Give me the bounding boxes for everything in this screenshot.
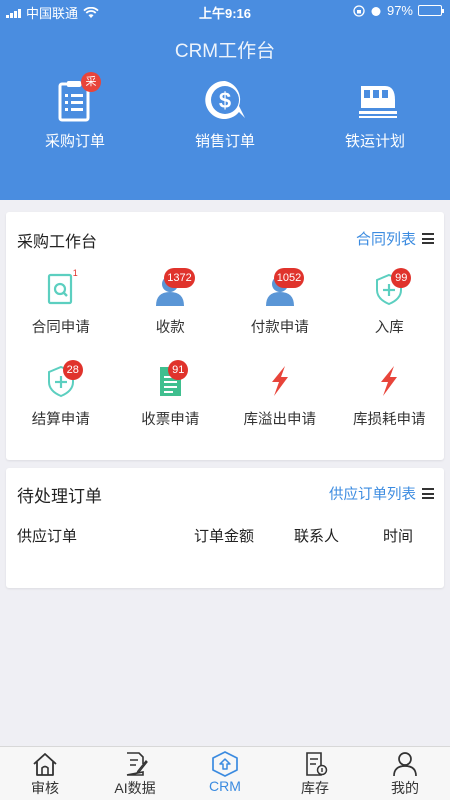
menu-icon bbox=[422, 488, 434, 499]
receipt-count-badge: 1372 bbox=[164, 268, 195, 288]
tab-review-label: 审核 bbox=[31, 780, 59, 796]
battery-icon bbox=[418, 5, 444, 16]
receipt-label: 收款 bbox=[155, 320, 185, 336]
crm-icon bbox=[212, 751, 238, 777]
contract-apply-label: 合同申请 bbox=[31, 320, 90, 336]
payment-count-badge: 1052 bbox=[273, 268, 305, 288]
invoice-apply-label: 收票申请 bbox=[141, 412, 200, 428]
invoice-apply-button[interactable]: 91 收票申请 bbox=[116, 360, 226, 429]
header-nav: 采 采购订单 $ 销售订单 铁运计划 bbox=[0, 72, 450, 151]
header: CRM工作台 采 采购订单 $ 销售订单 铁运计划 bbox=[0, 22, 450, 200]
stock-in-button[interactable]: 99 入库 bbox=[335, 268, 445, 337]
menu-icon bbox=[422, 233, 434, 244]
train-icon bbox=[351, 78, 399, 122]
stock-overflow-label: 库溢出申请 bbox=[243, 412, 317, 428]
pending-orders-header: 待处理订单 供应订单列表 bbox=[6, 468, 444, 516]
payment-apply-button[interactable]: 1052 付款申请 bbox=[225, 268, 335, 337]
page-title: CRM工作台 bbox=[174, 41, 276, 62]
purchase-grid: 1 合同申请 1372 收款 1052 付款申请 99 入库 28 结算申请 9… bbox=[6, 268, 445, 429]
tab-crm-label: CRM bbox=[209, 778, 241, 794]
contract-search-icon: 1 bbox=[41, 268, 81, 306]
payment-apply-label: 付款申请 bbox=[250, 320, 309, 336]
tab-crm[interactable]: CRM bbox=[180, 747, 270, 800]
lock-rotation-icon bbox=[353, 4, 365, 17]
lightning-icon bbox=[260, 364, 300, 398]
status-bar: 中国联通 上午9:16 97% bbox=[0, 0, 450, 22]
bottom-tabbar: 审核 AI数据 CRM 库存 我的 bbox=[0, 746, 450, 800]
edit-doc-icon bbox=[126, 752, 148, 776]
pending-orders-title: 待处理订单 bbox=[17, 487, 102, 506]
column-supply-order: 供应订单 bbox=[17, 528, 78, 545]
settlement-count-badge: 28 bbox=[62, 360, 83, 380]
supply-order-list-label: 供应订单列表 bbox=[329, 487, 416, 503]
sales-order-button[interactable]: $ 销售订单 bbox=[150, 78, 300, 151]
clipboard-icon: 采 bbox=[51, 72, 101, 122]
inventory-icon bbox=[306, 752, 328, 776]
person-icon bbox=[393, 752, 417, 777]
column-order-amount: 订单金额 bbox=[194, 528, 255, 545]
receipt-button[interactable]: 1372 收款 bbox=[116, 268, 226, 337]
purchase-order-label: 采购订单 bbox=[44, 133, 105, 150]
orders-table-header: 供应订单 订单金额 联系人 时间 bbox=[6, 525, 444, 547]
column-contact: 联系人 bbox=[294, 528, 340, 545]
purchase-badge: 采 bbox=[81, 72, 101, 92]
tab-mine-label: 我的 bbox=[391, 780, 419, 796]
user-icon: 1372 bbox=[150, 268, 195, 306]
purchase-panel-title: 采购工作台 bbox=[17, 234, 98, 251]
tab-ai-data[interactable]: AI数据 bbox=[90, 747, 180, 800]
purchase-panel: 采购工作台 合同列表 1 合同申请 1372 收款 1052 付款申请 99 入… bbox=[6, 212, 444, 460]
contract-list-link[interactable]: 合同列表 bbox=[356, 228, 434, 249]
tab-ai-data-label: AI数据 bbox=[114, 780, 156, 796]
purchase-order-button[interactable]: 采 采购订单 bbox=[0, 72, 150, 151]
tab-inventory-label: 库存 bbox=[301, 780, 329, 796]
alarm-icon bbox=[371, 6, 381, 16]
tab-inventory[interactable]: 库存 bbox=[270, 747, 360, 800]
user-icon: 1052 bbox=[260, 268, 305, 306]
stock-overflow-button[interactable]: 库溢出申请 bbox=[225, 364, 335, 429]
supply-order-list-link[interactable]: 供应订单列表 bbox=[329, 483, 434, 504]
settlement-apply-button[interactable]: 28 结算申请 bbox=[6, 360, 116, 429]
svg-text:$: $ bbox=[219, 88, 231, 113]
battery-percent: 97% bbox=[386, 3, 413, 18]
contract-list-label: 合同列表 bbox=[355, 231, 416, 248]
shield-plus-icon: 99 bbox=[369, 268, 412, 306]
stock-loss-label: 库损耗申请 bbox=[353, 412, 426, 428]
column-time: 时间 bbox=[383, 528, 414, 545]
home-icon bbox=[33, 753, 57, 776]
stock-in-count-badge: 99 bbox=[391, 268, 412, 288]
document-icon: 91 bbox=[150, 360, 190, 398]
contract-apply-button[interactable]: 1 合同申请 bbox=[6, 268, 116, 337]
stock-loss-button[interactable]: 库损耗申请 bbox=[335, 364, 445, 429]
contract-badge: 1 bbox=[72, 268, 78, 278]
tab-review[interactable]: 审核 bbox=[0, 747, 90, 800]
pending-orders-panel: 待处理订单 供应订单列表 供应订单 订单金额 联系人 时间 bbox=[6, 468, 444, 588]
lightning-icon bbox=[369, 364, 409, 398]
stock-in-label: 入库 bbox=[374, 320, 404, 336]
rail-plan-button[interactable]: 铁运计划 bbox=[300, 78, 450, 151]
purchase-panel-header: 采购工作台 合同列表 bbox=[6, 212, 444, 260]
rail-plan-label: 铁运计划 bbox=[344, 133, 405, 150]
dollar-icon: $ bbox=[201, 78, 249, 122]
tab-mine[interactable]: 我的 bbox=[360, 747, 450, 800]
settlement-apply-label: 结算申请 bbox=[31, 412, 90, 428]
sales-order-label: 销售订单 bbox=[194, 133, 255, 150]
shield-plus-icon: 28 bbox=[41, 360, 83, 398]
